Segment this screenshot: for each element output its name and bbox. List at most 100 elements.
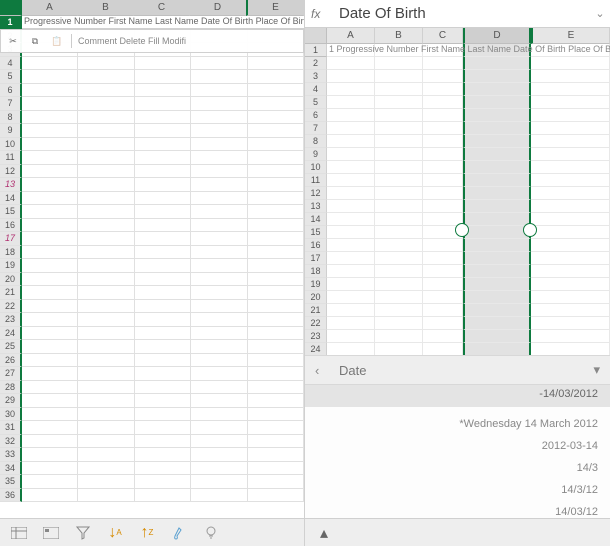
rcol-header-b[interactable]: B (375, 28, 423, 44)
row-header[interactable]: 23 (305, 330, 327, 343)
row-header[interactable]: 36 (0, 489, 22, 503)
row-header[interactable]: 16 (305, 239, 327, 252)
sheet-icon[interactable] (10, 524, 28, 542)
row-header[interactable]: 18 (305, 265, 327, 278)
row-header[interactable]: 31 (0, 421, 22, 435)
row-header[interactable]: 3 (305, 70, 327, 83)
sort-asc-icon[interactable]: ↓A (106, 524, 124, 542)
row-header[interactable]: 22 (0, 300, 22, 314)
format-option[interactable]: 14/3/12 (317, 479, 598, 501)
expand-formula-icon[interactable]: ⌄ (590, 7, 610, 20)
format-sample: -14/03/2012 (305, 385, 610, 407)
row-header[interactable]: 15 (305, 226, 327, 239)
row-header[interactable]: 23 (0, 313, 22, 327)
col-header-b[interactable]: B (78, 0, 134, 16)
paste-icon[interactable]: 📋 (49, 33, 65, 49)
row-header[interactable]: 26 (0, 354, 22, 368)
row-header[interactable]: 33 (0, 448, 22, 462)
header-row-text: Progressive Number First Name Last Name … (22, 16, 304, 29)
col-header-c[interactable]: C (134, 0, 190, 16)
row-header[interactable]: 7 (305, 122, 327, 135)
row-header[interactable]: 11 (0, 151, 22, 165)
col-header-d[interactable]: D (190, 0, 246, 16)
rcol-header-d[interactable]: D (463, 28, 531, 44)
selection-handle-bottom[interactable] (523, 223, 537, 237)
filter-icon[interactable] (74, 524, 92, 542)
row-header[interactable]: 27 (0, 367, 22, 381)
row-header[interactable]: 4 (0, 57, 22, 71)
row-header[interactable]: 24 (0, 327, 22, 341)
row-header[interactable]: 21 (305, 304, 327, 317)
rcol-header-c[interactable]: C (423, 28, 463, 44)
row-header[interactable]: 20 (0, 273, 22, 287)
grid-right[interactable]: 1 Progressive Number First Name Last Nam… (305, 44, 610, 356)
select-all-corner[interactable] (0, 0, 22, 16)
select-all-corner-right[interactable] (305, 28, 327, 44)
format-option[interactable]: 2012-03-14 (317, 435, 598, 457)
row-header[interactable]: 29 (0, 394, 22, 408)
row-header[interactable]: 1 (0, 16, 22, 30)
row-header[interactable]: 9 (305, 148, 327, 161)
context-toolbar: ✂ ⧉ 📋 Comment Delete Fill Modifi (0, 29, 304, 53)
row-header[interactable]: 18 (0, 246, 22, 260)
row-header[interactable]: 2 (305, 57, 327, 70)
row-header[interactable]: 19 (305, 278, 327, 291)
context-menu-items[interactable]: Comment Delete Fill Modifi (78, 36, 186, 46)
rcol-header-a[interactable]: A (327, 28, 375, 44)
row-header[interactable]: 5 (0, 70, 22, 84)
column-headers-right: A B C D E (305, 28, 610, 44)
row-header[interactable]: 28 (0, 381, 22, 395)
row-header[interactable]: 9 (0, 124, 22, 138)
row-header[interactable]: 25 (0, 340, 22, 354)
formula-input[interactable]: Date Of Birth (333, 5, 590, 22)
row-header[interactable]: 8 (305, 135, 327, 148)
back-icon[interactable]: ‹ (315, 363, 335, 378)
row-header[interactable]: 17 (305, 252, 327, 265)
format-option[interactable]: 14/3 (317, 457, 598, 479)
bottom-toolbar: ↓A ↑Z (0, 518, 304, 546)
col-header-a[interactable]: A (22, 0, 78, 16)
row-header[interactable]: 11 (305, 174, 327, 187)
row-header[interactable]: 12 (305, 187, 327, 200)
row-header[interactable]: 20 (305, 291, 327, 304)
row-header[interactable]: 13 (0, 178, 22, 192)
row-header[interactable]: 17 (0, 232, 22, 246)
row-header[interactable]: 1 (305, 44, 327, 57)
copy-icon[interactable]: ⧉ (27, 33, 43, 49)
row-header[interactable]: 34 (0, 462, 22, 476)
rcol-header-e[interactable]: E (531, 28, 610, 44)
row-header[interactable]: 15 (0, 205, 22, 219)
row-header[interactable]: 7 (0, 97, 22, 111)
chevron-up-icon[interactable]: ▴ (315, 524, 333, 542)
row-header[interactable]: 14 (0, 192, 22, 206)
cut-icon[interactable]: ✂ (5, 33, 21, 49)
format-title[interactable]: Date (335, 363, 593, 378)
row-header[interactable]: 14 (305, 213, 327, 226)
row-header[interactable]: 10 (305, 161, 327, 174)
row-header[interactable]: 16 (0, 219, 22, 233)
idea-icon[interactable] (202, 524, 220, 542)
row-header[interactable]: 22 (305, 317, 327, 330)
row-header[interactable]: 8 (0, 111, 22, 125)
row-header[interactable]: 6 (305, 109, 327, 122)
row-header[interactable]: 4 (305, 83, 327, 96)
grid-left[interactable]: Progressive Number First Name Last Name … (0, 16, 304, 518)
row-header[interactable]: 13 (305, 200, 327, 213)
row-header[interactable]: 12 (0, 165, 22, 179)
paint-icon[interactable] (170, 524, 188, 542)
selection-handle-top[interactable] (455, 223, 469, 237)
fx-label[interactable]: fx (305, 7, 333, 21)
row-header[interactable]: 5 (305, 96, 327, 109)
row-header[interactable]: 32 (0, 435, 22, 449)
row-header[interactable]: 6 (0, 84, 22, 98)
card-icon[interactable] (42, 524, 60, 542)
row-header[interactable]: 35 (0, 475, 22, 489)
row-header[interactable]: 19 (0, 259, 22, 273)
row-header[interactable]: 30 (0, 408, 22, 422)
dropdown-icon[interactable]: ▾ (593, 362, 600, 378)
sort-desc-icon[interactable]: ↑Z (138, 524, 156, 542)
col-header-e[interactable]: E (246, 0, 304, 16)
format-option[interactable]: *Wednesday 14 March 2012 (317, 413, 598, 435)
row-header[interactable]: 21 (0, 286, 22, 300)
row-header[interactable]: 10 (0, 138, 22, 152)
